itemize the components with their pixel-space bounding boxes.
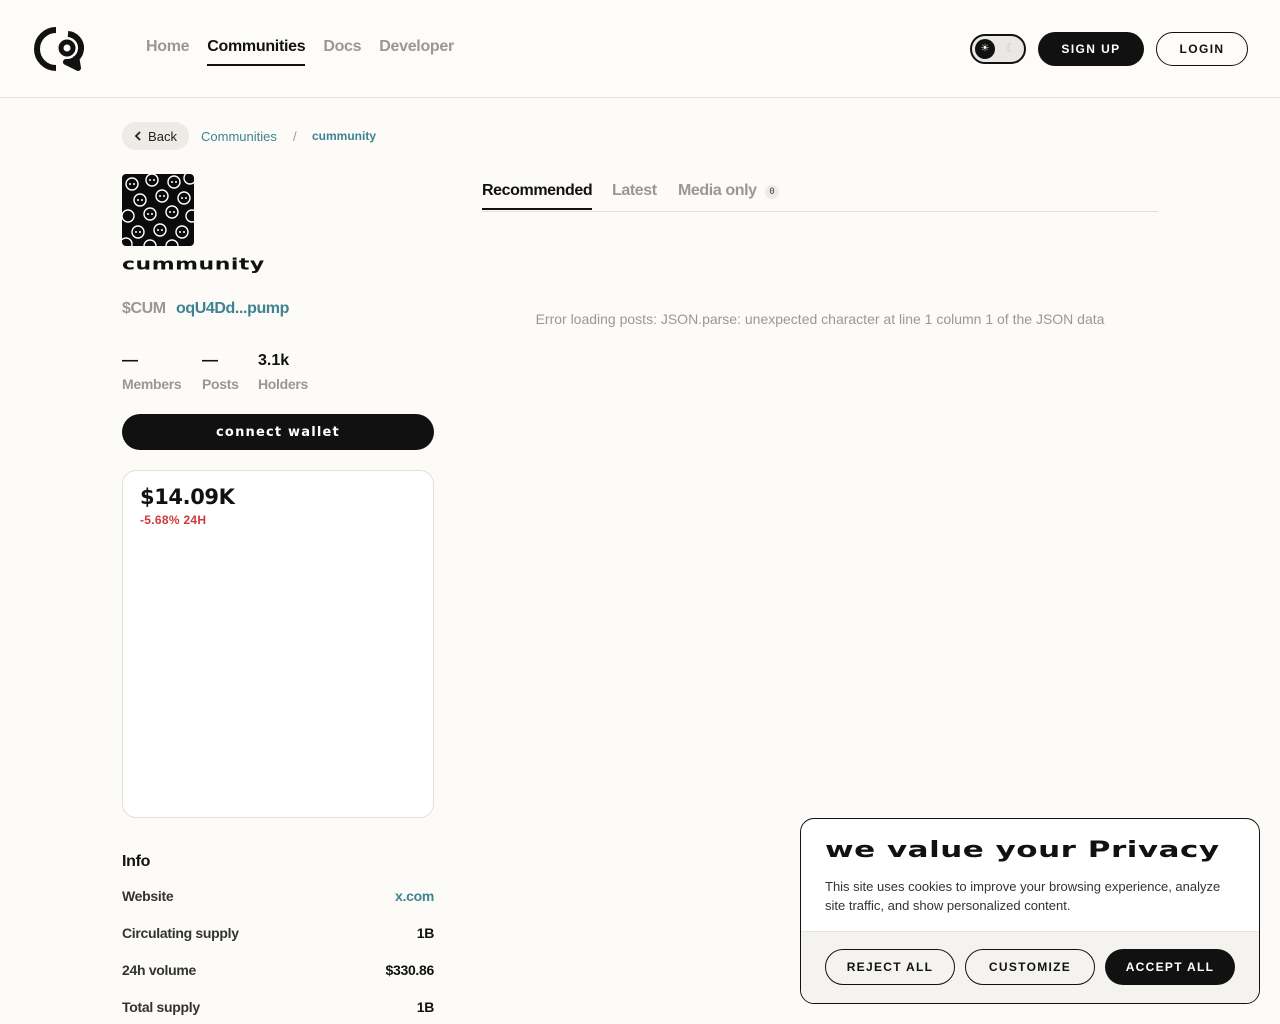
info-value: 1B xyxy=(416,925,435,941)
top-header: Home Communities Docs Developer ☀ ☾ SIGN… xyxy=(0,0,1280,98)
cookie-title: we value your Privacy xyxy=(825,837,1220,863)
community-name: cummunity xyxy=(122,256,265,274)
price-chart-card: $14.09K -5.68% 24H xyxy=(122,470,434,818)
moon-icon: ☾ xyxy=(1005,41,1016,55)
info-key: 24h volume xyxy=(122,962,197,978)
token-price: $14.09K xyxy=(140,485,235,509)
members-label: Members xyxy=(122,376,182,392)
info-value: 1B xyxy=(416,999,435,1015)
back-button[interactable]: Back xyxy=(122,122,189,150)
token-address-link[interactable]: oqU4Dd...pump xyxy=(176,300,289,318)
info-key: Total supply xyxy=(122,999,200,1015)
media-count-badge: 0 xyxy=(765,185,779,199)
nav-communities[interactable]: Communities xyxy=(207,38,306,66)
breadcrumb-current: cummunity xyxy=(312,129,377,143)
feed-error-message: Error loading posts: JSON.parse: unexpec… xyxy=(535,311,1105,327)
reject-all-button[interactable]: REJECT ALL xyxy=(825,949,955,985)
chevron-left-icon xyxy=(134,131,141,141)
cookie-description: This site uses cookies to improve your b… xyxy=(825,879,1221,913)
nav-developer[interactable]: Developer xyxy=(379,38,454,66)
holders-label: Holders xyxy=(258,376,309,392)
posts-label: Posts xyxy=(202,376,239,392)
theme-toggle[interactable]: ☀ ☾ xyxy=(970,34,1026,64)
cookie-actions: REJECT ALL CUSTOMIZE ACCEPT ALL xyxy=(801,931,1259,1003)
sun-icon: ☀ xyxy=(975,39,995,59)
token-ticker: $CUM xyxy=(122,300,166,317)
price-change: -5.68% 24H xyxy=(140,513,207,527)
breadcrumb-separator: / xyxy=(293,129,297,144)
signup-button[interactable]: SIGN UP xyxy=(1038,32,1144,66)
feed-tabs: Recommended Latest Media only xyxy=(482,182,1158,212)
back-label: Back xyxy=(148,128,177,144)
breadcrumb-communities[interactable]: Communities xyxy=(201,129,277,144)
community-avatar xyxy=(122,174,194,246)
info-heading: Info xyxy=(122,853,151,870)
tab-latest[interactable]: Latest xyxy=(612,182,657,208)
info-row-circulating: Circulating supply 1B xyxy=(122,925,434,945)
customize-button[interactable]: CUSTOMIZE xyxy=(965,949,1095,985)
info-row-volume: 24h volume $330.86 xyxy=(122,962,434,982)
speech-bubble-pattern-icon xyxy=(122,174,194,246)
info-value: $330.86 xyxy=(385,962,434,978)
holders-value: 3.1k xyxy=(258,352,290,369)
main-nav: Home Communities Docs Developer xyxy=(146,38,454,66)
website-link[interactable]: x.com xyxy=(395,888,434,908)
info-row-website: Website x.com xyxy=(122,888,434,908)
posts-value: — xyxy=(202,352,218,369)
members-value: — xyxy=(122,352,138,369)
info-row-total: Total supply 1B xyxy=(122,999,434,1019)
info-key: Website xyxy=(122,888,174,904)
connect-wallet-button[interactable]: connect wallet xyxy=(122,414,434,450)
logo-icon[interactable] xyxy=(32,26,90,72)
cookie-banner: we value your Privacy This site uses coo… xyxy=(800,818,1260,1004)
tab-media-only[interactable]: Media only xyxy=(678,182,757,208)
login-button[interactable]: LOGIN xyxy=(1156,32,1248,66)
accept-all-button[interactable]: ACCEPT ALL xyxy=(1105,949,1235,985)
nav-home[interactable]: Home xyxy=(146,38,190,66)
nav-docs[interactable]: Docs xyxy=(323,38,361,66)
tab-recommended[interactable]: Recommended xyxy=(482,182,593,210)
info-key: Circulating supply xyxy=(122,925,239,941)
